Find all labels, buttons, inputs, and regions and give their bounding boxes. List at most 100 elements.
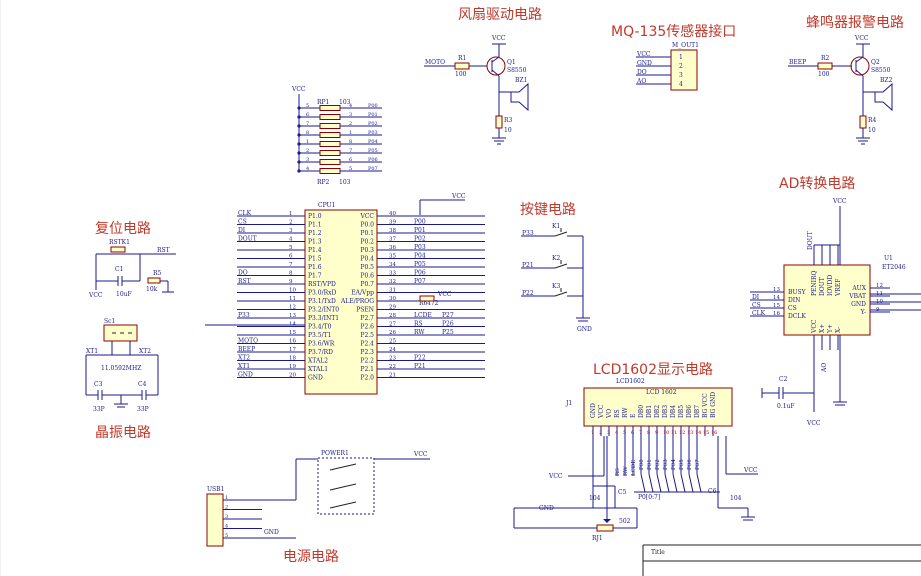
lcd-pin-number: 7 [639, 430, 642, 436]
rp2-value: 103 [339, 179, 351, 186]
rp-net: P03 [368, 130, 378, 136]
rp-rows: 5 4 P006 3 P017 2 P028 1 P031 8 P042 7 P053 6 P064 5 P07 [297, 103, 382, 174]
cpu-pin-number: 19 [289, 364, 296, 370]
rp-resistor [319, 123, 341, 129]
rstk-ref: RSTK1 [109, 239, 130, 246]
lcd-pin-name: VO [606, 409, 613, 419]
usb-pin-number: 1 [225, 495, 228, 501]
ad-pin-name: AUX [851, 285, 866, 292]
mq-pin-label: GND [637, 60, 652, 67]
ad-pin-number: 14 [773, 295, 780, 301]
cpu-left-net: P33 [238, 312, 250, 319]
cpu-right-net: P04 [414, 253, 426, 260]
cpu-pin-name: P0.6 [360, 273, 374, 280]
cpu-pin-number: 17 [289, 347, 296, 353]
r2-value: 100 [818, 71, 830, 78]
speaker-bz2 [874, 82, 893, 112]
cpu-pin-name: P2.2 [360, 358, 374, 365]
rp2-ref: RP2 [317, 179, 330, 186]
cpu-right-net: P07 [414, 278, 426, 285]
ad-pin-name: VREF [835, 279, 842, 297]
lcd-ctl-net: LCDE [631, 460, 637, 476]
cpu-pin-name: P1.1 [308, 222, 322, 229]
key-switch [554, 291, 568, 297]
buzzer-circuit: BEEP R2 100 Q2 S8550 VCC BZ2 R4 10 [788, 35, 893, 145]
reset-circuit: RSTK1 RST C1 10uF R5 10k VCC [88, 239, 176, 299]
cpu-pin-name: P2.1 [360, 366, 374, 373]
lcd-pin-number: 11 [671, 430, 677, 436]
usb-pin-number: 4 [225, 524, 228, 530]
q2-value: S8550 [871, 67, 891, 74]
c6-ref: C6 [708, 488, 717, 495]
c5-ref: C5 [618, 489, 627, 496]
cpu-pin-name: EA/Vpp [351, 290, 374, 297]
q2-ref: Q2 [871, 59, 880, 66]
lcd-ctl-net: RS [615, 468, 621, 476]
lcd-pin-number: 16 [711, 430, 717, 436]
cpu-pin-name: P3.3/INT1 [308, 315, 339, 322]
cpu-pin-number: 27 [389, 322, 396, 328]
power-vcc-label: VCC [413, 451, 428, 458]
fan-vcc-label: VCC [491, 35, 506, 42]
cpu-pin-number: 38 [389, 228, 396, 234]
c2-value: 0.1uF [777, 403, 795, 410]
rp-resistor [319, 150, 341, 156]
cpu-right-pins: VCC 40 P0.0 39 P00 P0.1 38 P01 P0.2 37 P02 P0.3 36 P0… [340, 211, 485, 382]
cpu-pin-name: P1.7 [308, 273, 322, 280]
xt1-label: XT1 [86, 348, 98, 355]
cpu-pin-number: 5 [289, 245, 293, 251]
cpu-right-net: P05 [414, 261, 426, 268]
lcd-pin-name: BG GND [710, 392, 717, 418]
rp-vcc-label: VCC [291, 86, 306, 93]
ad-pin-name: VCC [811, 319, 818, 334]
cpu-pin-number: 1 [289, 211, 293, 217]
lcd-gnd-label: GND [539, 505, 554, 512]
rp-net: P00 [368, 103, 378, 109]
ad-vcc2-label: VCC [806, 420, 821, 427]
reset-net-label: RST [157, 247, 170, 254]
cpu-left-net: CLK [238, 210, 252, 217]
lcd-pin-name: GND [590, 403, 597, 418]
r5-value: 10k [146, 286, 158, 293]
cpu-pin-number: 30 [389, 296, 396, 302]
r4-value: 10 [868, 127, 876, 134]
ad-pin-name: X+ [819, 324, 826, 333]
q1-value: S8550 [507, 67, 527, 74]
cpu-pin-name: P0.4 [360, 256, 374, 263]
ad-pin-name: DIN [788, 297, 800, 304]
rp1-ref: RP1 [317, 99, 329, 106]
lcd-pin-number: 2 [599, 430, 602, 436]
r4-ref: R4 [868, 117, 877, 124]
ad-net: CLK [752, 310, 766, 317]
title-buzzer: 蜂鸣器报警电路 [806, 14, 904, 31]
cpu-pin-number: 18 [289, 356, 296, 362]
cpu-pin-name: P1.2 [308, 230, 322, 237]
rp-pin-left: 4 [306, 166, 309, 172]
c2-ref: C2 [779, 376, 788, 383]
ad-part: ET2046 [882, 264, 906, 271]
lcd-ctl-net: RW [623, 466, 629, 476]
c4-ref: C4 [138, 381, 147, 388]
lcd-pin-number: 9 [655, 430, 658, 436]
rp-pin-left: 5 [306, 103, 309, 109]
cpu-pin-name: P2.3 [360, 349, 374, 356]
lcd-pin-name: DB7 [694, 405, 701, 418]
cpu-pin-number: 35 [389, 254, 396, 260]
resistor-r2 [817, 62, 833, 70]
ad-ao-label: AO [821, 363, 828, 373]
fan-circuit: MOTO R1 100 Q1 S8550 VCC BZ1 R3 10 [424, 35, 529, 145]
lcd-pin-name: VCC [598, 404, 605, 419]
cpu-right-net: P06 [414, 270, 426, 277]
speaker-bz1 [510, 82, 529, 112]
c6-value: 104 [730, 495, 742, 502]
cpu-pin-name: XTAL1 [308, 366, 328, 373]
lcd-bus-net: P05 [679, 459, 685, 470]
ad-pin-name: X- [835, 327, 842, 333]
lcd-pin-name: DB6 [686, 405, 693, 418]
lcd-bus-net: P06 [687, 459, 693, 470]
cpu-right-net: P03 [414, 244, 426, 251]
lcd-pin-name: DB1 [646, 405, 653, 418]
cpu-pin-name: P1.0 [308, 213, 322, 220]
lcd-vcc-label: VCC [548, 473, 563, 480]
rp-resistor [319, 105, 341, 111]
